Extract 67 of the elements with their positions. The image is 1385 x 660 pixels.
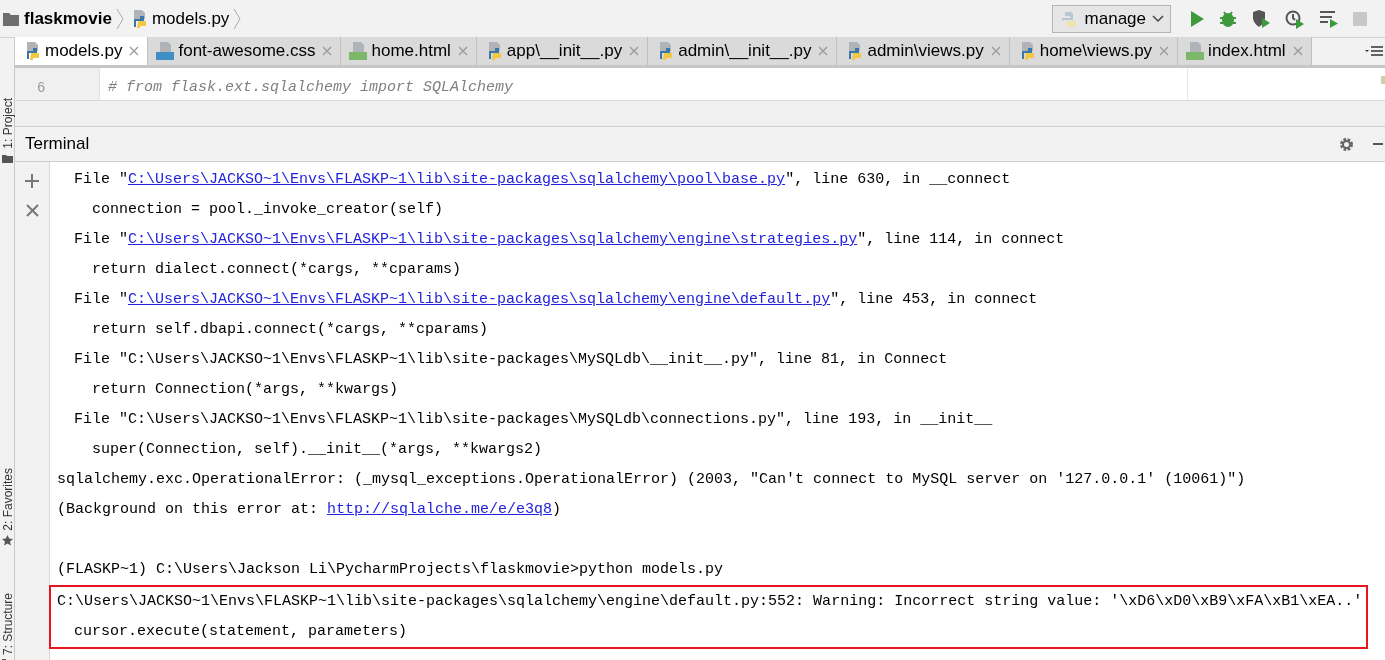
breadcrumb-item[interactable]: flaskmovie [2,5,112,32]
tool-window-tab[interactable]: 1: Project [0,98,15,164]
console-line: sqlalchemy.exc.OperationalError: (_mysql_exceptions.OperationalError) (2003, "Can't connect to MySQL server on '127.0.0.1' (10061)") [57,469,1246,490]
tool-window-tab[interactable]: 2: Favorites [0,468,15,546]
console-line: cursor.execute(statement, parameters) [74,621,408,642]
console-line: return self.dbapi.connect(*cargs, **cparams) [92,319,489,340]
settings-icon[interactable] [1338,135,1355,153]
close-icon[interactable] [629,46,640,56]
html-file-icon [349,41,368,61]
editor-tab[interactable]: app\__init__.py [476,37,649,65]
close-icon[interactable] [818,46,829,56]
console-text: ", line 630, in __connect [785,169,1011,190]
close-icon[interactable] [322,46,333,56]
console-text: ", line 453, in connect [830,289,1038,310]
editor-tab[interactable]: index.html [1178,37,1312,65]
star-icon [2,534,13,546]
html-file-icon [1186,41,1205,61]
editor-tab[interactable]: admin\views.py [837,37,1010,65]
code-comment: # from flask.ext.sqlalchemy import SQLAlchemy [107,78,515,98]
caret-icon [1152,14,1164,23]
close-icon[interactable] [457,46,468,56]
file-link[interactable]: C:\Users\JACKSO~1\Envs\FLASKP~1\lib\site-packages\sqlalchemy\engine\default.py [128,288,831,312]
console-line: File "C:\Users\JACKSO~1\Envs\FLASKP~1\lib\site-packages\MySQLdb\connections.py", line 193, in __init__ [74,409,993,430]
console-text: ", line 114, in connect [857,229,1065,250]
chevron-icon [233,6,242,31]
close-icon[interactable] [990,46,1001,56]
file-link[interactable]: C:\Users\JACKSO~1\Envs\FLASKP~1\lib\site-packages\sqlalchemy\pool\base.py [128,168,786,192]
console-line: C:\Users\JACKSO~1\Envs\FLASKP~1\lib\site-packages\sqlalchemy\engine\default.py:552: Warning: Incorrect string value: '\xD6\xD0\xB9\xFA\xB1\xEA..' [57,591,1363,612]
breadcrumb-item[interactable]: models.py [129,5,230,32]
tool-window-tab[interactable]: 7: Structure [0,593,15,660]
bug-icon[interactable] [1219,9,1237,28]
file-link[interactable]: http://sqlalche.me/e/e3q8 [327,498,553,522]
file-link[interactable]: C:\Users\JACKSO~1\Envs\FLASKP~1\lib\site-packages\sqlalchemy\engine\strategies.py [128,228,858,252]
editor-tab[interactable]: admin\__init__.py [648,37,838,65]
scrollbar-marker [1381,76,1385,84]
console-line: (FLASKP~1) C:\Users\Jackson Li\PycharmProjects\flaskmovie>python models.py [57,559,724,580]
close-icon[interactable] [1292,46,1303,56]
run-list-icon[interactable] [1319,9,1339,28]
run-config-dropdown[interactable]: manage [1051,4,1171,33]
editor-tab[interactable]: models.py [15,37,149,65]
editor-tab[interactable]: home\views.py [1009,37,1179,65]
console-text: (Background on this error at: [57,499,320,520]
editor-tab[interactable]: font-awesome.css [148,37,342,65]
console-line: return Connection(*args, **kwargs) [92,379,399,400]
editor-tab[interactable]: home.html [341,37,477,65]
css-file-icon [156,41,175,61]
console-text: File " [74,289,128,310]
tab-list-icon[interactable] [1365,45,1383,57]
folder-icon [2,152,13,164]
close-icon[interactable] [129,46,140,56]
console-text: ) [552,499,562,520]
console-line: File "C:\Users\JACKSO~1\Envs\FLASKP~1\lib\site-packages\MySQLdb\__init__.py", line 81, in Connect [74,349,948,370]
console-text: File " [74,169,128,190]
close-icon[interactable] [1159,46,1170,56]
line-number: 6 [36,79,47,98]
console-line: return dialect.connect(*cargs, **cparams) [92,259,462,280]
console-line: connection = pool._invoke_creator(self) [92,199,444,220]
run-icon[interactable] [1189,9,1205,28]
close-icon[interactable] [25,204,39,217]
minimize-icon[interactable] [1373,142,1383,146]
panel-title: Terminal [25,133,90,156]
profile-icon[interactable] [1285,8,1305,29]
coverage-icon[interactable] [1251,8,1271,29]
console-text: File " [74,229,128,250]
add-icon[interactable] [25,174,39,188]
console-line: super(Connection, self).__init__(*args, **kwargs2) [92,439,543,460]
chevron-icon [115,6,124,31]
